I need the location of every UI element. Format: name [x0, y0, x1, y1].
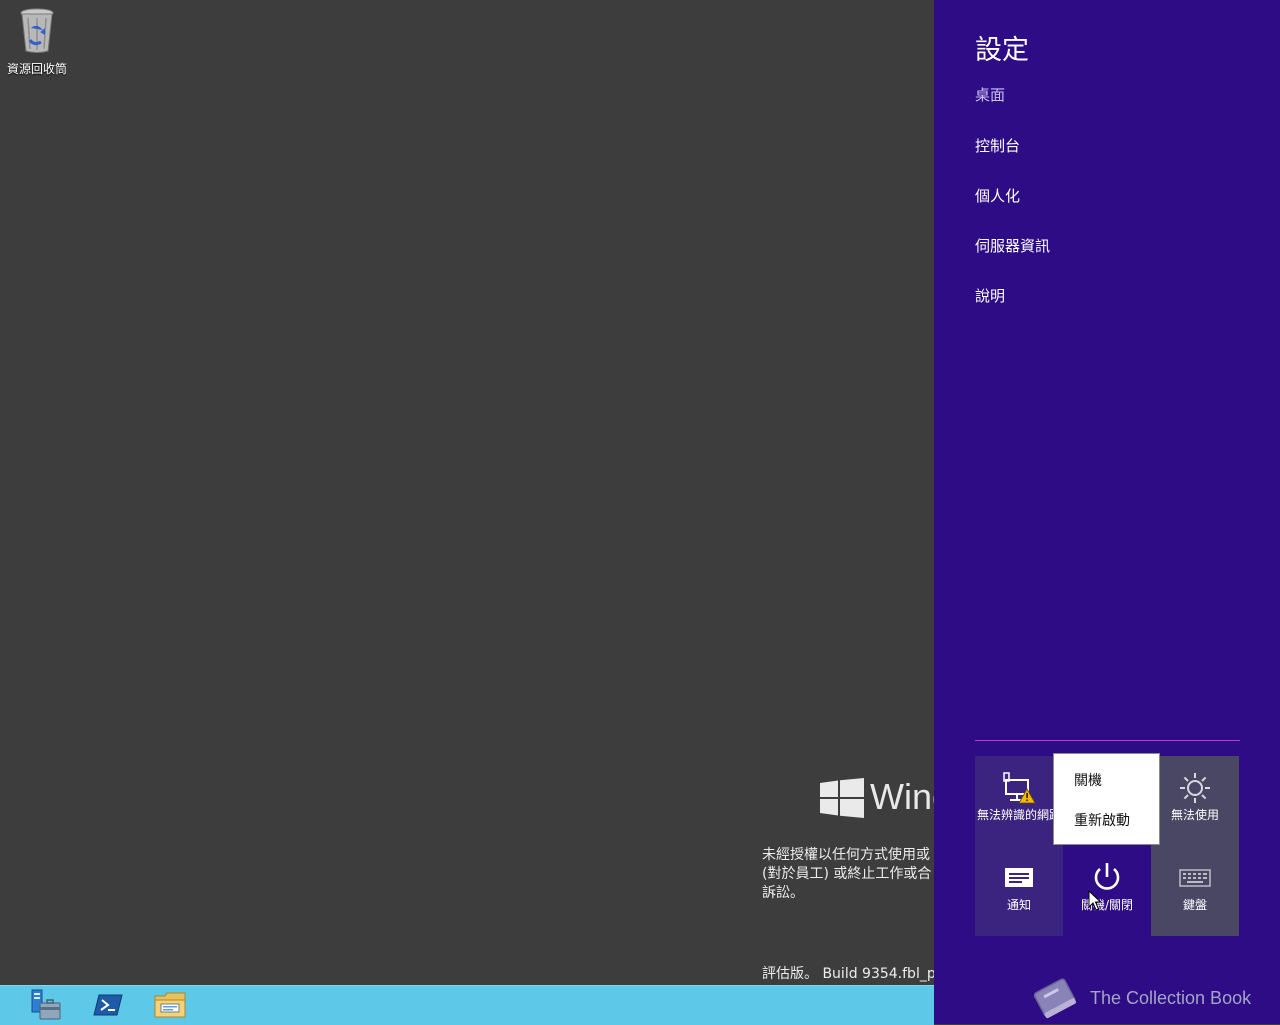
- license-notice-line: (對於員工) 或終止工作或合: [762, 866, 932, 882]
- watermark-text: The Collection Book: [1090, 987, 1252, 1008]
- server-manager-button[interactable]: [25, 988, 65, 1022]
- book-icon: [1033, 978, 1076, 1019]
- power-menu: 關機 重新啟動: [1053, 753, 1160, 845]
- settings-item-control-panel[interactable]: 控制台: [975, 135, 1020, 156]
- power-menu-shutdown[interactable]: 關機: [1074, 770, 1102, 790]
- settings-item-server-info[interactable]: 伺服器資訊: [975, 235, 1050, 256]
- brightness-tile[interactable]: 無法使用: [1151, 756, 1239, 846]
- notifications-tile[interactable]: 通知: [975, 846, 1063, 936]
- brightness-tile-label: 無法使用: [1170, 808, 1219, 822]
- watermark: The Collection Book: [1030, 974, 1251, 1022]
- network-warning-icon: [1003, 772, 1036, 804]
- license-notice-line: 訴訟。: [762, 885, 804, 901]
- settings-item-help[interactable]: 說明: [975, 285, 1005, 306]
- keyboard-tile-label: 鍵盤: [1182, 898, 1207, 912]
- server-manager-icon: [31, 989, 61, 1020]
- windows-logo-icon: [820, 778, 864, 818]
- settings-charm-panel: 設定 桌面 控制台 個人化 伺服器資訊 說明 無法辨識的網路 無法使用 通知 關…: [934, 0, 1280, 1024]
- recycle-bin[interactable]: 資源回收筒: [4, 6, 70, 77]
- settings-title: 設定: [975, 35, 1029, 66]
- notifications-icon: [1005, 868, 1033, 887]
- network-tile[interactable]: 無法辨識的網路: [975, 756, 1063, 846]
- power-tile-label: 關機/關閉: [1080, 898, 1134, 912]
- settings-item-desktop[interactable]: 桌面: [975, 84, 1005, 105]
- file-explorer-button[interactable]: [150, 988, 190, 1022]
- power-tile[interactable]: 關機/關閉: [1063, 846, 1151, 936]
- powershell-icon: [93, 994, 123, 1016]
- settings-item-personalization[interactable]: 個人化: [975, 185, 1020, 206]
- build-info: 評估版。 Build 9354.fbl_p: [762, 966, 934, 982]
- keyboard-icon: [1179, 869, 1211, 887]
- network-tile-label: 無法辨識的網路: [977, 808, 1062, 822]
- recycle-bin-icon: [20, 8, 54, 53]
- desktop: 資源回收筒 Winc 未經授權以任何方式使用或 (對於員工) 或終止工作或合 訴…: [0, 0, 934, 985]
- taskbar: [0, 985, 934, 1025]
- license-notice: 未經授權以任何方式使用或 (對於員工) 或終止工作或合 訴訟。: [762, 846, 931, 903]
- powershell-button[interactable]: [88, 988, 128, 1022]
- power-menu-restart[interactable]: 重新啟動: [1074, 810, 1130, 830]
- license-notice-line: 未經授權以任何方式使用或: [762, 847, 930, 863]
- keyboard-tile[interactable]: 鍵盤: [1151, 846, 1239, 936]
- settings-divider: [975, 740, 1240, 741]
- mouse-cursor-icon: [1088, 890, 1102, 911]
- windows-brand-text: Winc: [870, 776, 934, 817]
- file-explorer-icon: [154, 992, 186, 1018]
- recycle-bin-label: 資源回收筒: [6, 62, 67, 76]
- brightness-icon: [1180, 773, 1210, 803]
- notifications-tile-label: 通知: [1006, 898, 1031, 912]
